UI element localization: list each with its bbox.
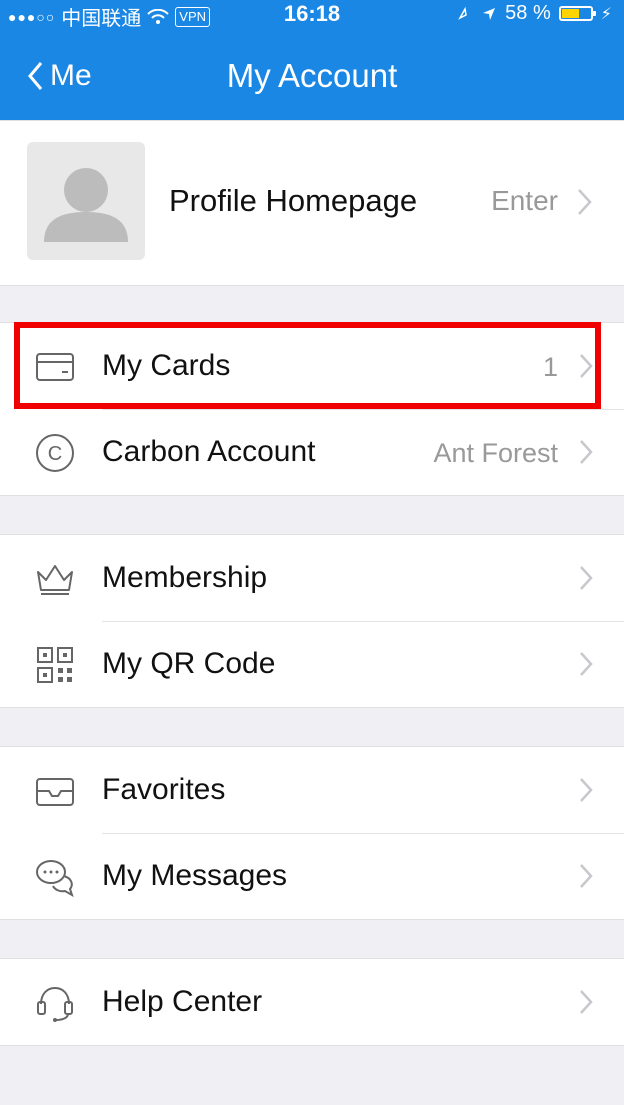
membership-label: Membership — [102, 561, 268, 594]
favorites-row[interactable]: Favorites — [0, 747, 624, 833]
chat-bubbles-icon — [36, 860, 74, 898]
membership-group: Membership My QR Code — [0, 534, 624, 708]
chevron-right-icon — [580, 566, 593, 590]
charging-icon: ⚡ — [600, 5, 612, 23]
profile-label: Profile Homepage — [169, 183, 418, 218]
header-bar: ●●●○○ 中国联通 VPN 16:18 58 % ⚡ Me My Accoun… — [0, 0, 624, 120]
status-bar: ●●●○○ 中国联通 VPN 16:18 58 % ⚡ — [0, 0, 624, 30]
chevron-right-icon — [580, 440, 593, 464]
chevron-right-icon — [580, 354, 593, 378]
carbon-account-value: Ant Forest — [433, 438, 558, 468]
location-arrow-icon — [483, 7, 496, 20]
envelope-icon — [36, 778, 74, 806]
page-title: My Account — [226, 57, 398, 94]
chevron-right-icon — [580, 778, 593, 802]
my-messages-label: My Messages — [102, 859, 288, 892]
my-messages-row[interactable]: My Messages — [0, 833, 624, 919]
help-center-row[interactable]: Help Center — [0, 959, 624, 1045]
membership-row[interactable]: Membership — [0, 535, 624, 621]
avatar — [27, 142, 145, 260]
status-right: 58 % ⚡ — [457, 2, 612, 25]
chevron-right-icon — [578, 189, 592, 215]
carbon-account-label: Carbon Account — [102, 435, 316, 468]
profile-enter-text: Enter — [491, 185, 558, 216]
accounts-group: My Cards 1 C Carbon Account Ant Forest — [0, 322, 624, 496]
carbon-account-row[interactable]: C Carbon Account Ant Forest — [0, 409, 624, 495]
headset-icon — [37, 986, 73, 1022]
my-cards-label: My Cards — [102, 349, 231, 382]
card-icon — [36, 353, 74, 381]
chevron-right-icon — [580, 864, 593, 888]
carbon-icon: C — [36, 434, 74, 472]
lock-rotation-icon — [458, 6, 468, 20]
my-cards-row[interactable]: My Cards 1 — [0, 323, 624, 409]
favorites-label: Favorites — [102, 773, 226, 806]
chevron-right-icon — [580, 652, 593, 676]
my-qr-code-row[interactable]: My QR Code — [0, 621, 624, 707]
chevron-right-icon — [580, 990, 593, 1014]
battery-icon — [558, 6, 596, 21]
crown-icon — [37, 565, 73, 595]
help-group: Help Center — [0, 958, 624, 1046]
svg-text:C: C — [48, 443, 62, 465]
battery-percent: 58 % — [505, 2, 551, 24]
my-qr-code-label: My QR Code — [102, 647, 276, 680]
battery-fill — [561, 9, 580, 18]
profile-homepage-row[interactable]: Profile Homepage Enter — [0, 120, 624, 286]
favorites-group: Favorites My Messages — [0, 746, 624, 920]
default-user-icon — [44, 168, 128, 242]
my-cards-count: 1 — [542, 352, 558, 382]
qr-code-icon — [37, 647, 73, 683]
help-center-label: Help Center — [102, 985, 263, 1018]
